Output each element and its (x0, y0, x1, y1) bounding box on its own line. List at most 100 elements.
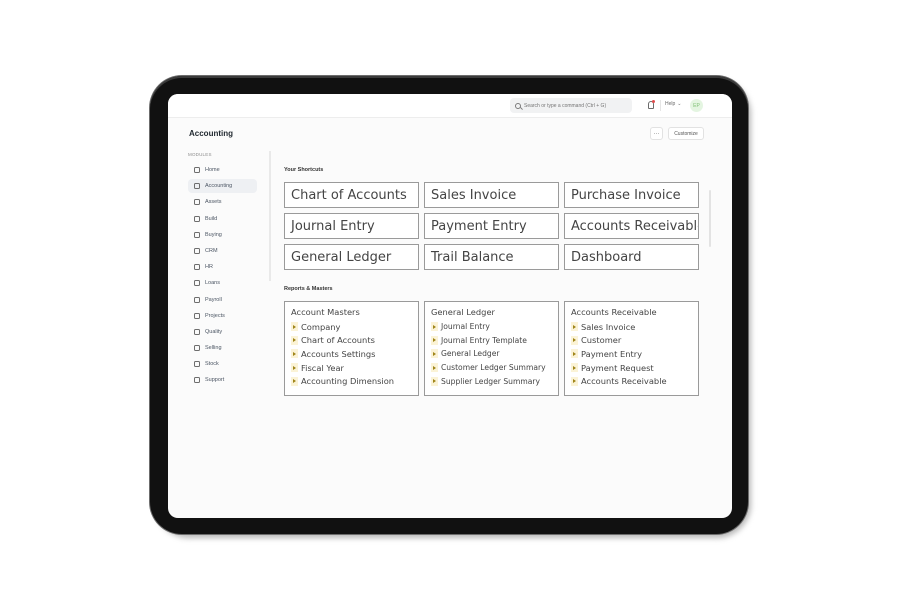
report-link[interactable]: Sales Invoice (571, 320, 692, 334)
accounting-icon (194, 183, 200, 190)
help-dropdown[interactable]: Help ⌄ (665, 101, 682, 107)
avatar[interactable]: EP (690, 99, 703, 112)
shortcuts-heading: Your Shortcuts (284, 167, 324, 173)
report-link-label: Accounting Dimension (301, 376, 395, 387)
report-link-label: Fiscal Year (301, 362, 344, 373)
report-link[interactable]: Payment Request (571, 361, 692, 375)
report-link[interactable]: General Ledger (431, 347, 552, 361)
payroll-icon (194, 296, 200, 303)
scrollbar[interactable] (709, 190, 711, 247)
shortcut-sales-invoice[interactable]: Sales Invoice (424, 182, 559, 208)
shortcut-dashboard[interactable]: Dashboard (564, 244, 699, 270)
report-link-label: Accounts Receivable (581, 376, 667, 387)
shortcut-journal-entry[interactable]: Journal Entry (284, 213, 419, 239)
caret-right-icon (431, 335, 438, 345)
report-link[interactable]: Chart of Accounts (291, 334, 412, 348)
card-title: Accounts Receivable (571, 307, 657, 317)
buying-icon (194, 231, 200, 238)
hr-icon (194, 264, 200, 271)
report-link[interactable]: Journal Entry Template (431, 334, 552, 348)
reports-grid: Account Masters Company Chart of Accounts A… (284, 301, 699, 396)
shortcuts-grid: Chart of Accounts Sales Invoice Purchase I… (284, 182, 699, 270)
caret-right-icon (571, 349, 578, 359)
report-link-label: Payment Entry (581, 348, 643, 359)
report-card-account-masters: Account Masters Company Chart of Accounts A… (284, 301, 419, 396)
sidebar-item-label: Loans (205, 280, 220, 287)
report-link-label: Customer Ledger Summary (441, 363, 546, 373)
sidebar-item-quality[interactable]: Quality (188, 325, 257, 339)
report-link[interactable]: Accounts Receivable (571, 374, 692, 388)
search-input[interactable] (524, 102, 632, 109)
home-icon (194, 167, 200, 173)
shortcut-payment-entry[interactable]: Payment Entry (424, 213, 559, 239)
sidebar-item-label: Support (205, 377, 225, 384)
caret-right-icon (291, 335, 298, 345)
chevron-down-icon: ⌄ (677, 101, 682, 107)
report-link-label: Company (301, 321, 341, 332)
sidebar-item-support[interactable]: Support (188, 373, 257, 387)
caret-right-icon (431, 376, 438, 386)
sidebar-item-label: Home (205, 167, 220, 173)
shortcut-trail-balance[interactable]: Trail Balance (424, 244, 559, 270)
sidebar-item-label: Quality (205, 328, 223, 335)
search-icon (515, 102, 521, 109)
shortcut-purchase-invoice[interactable]: Purchase Invoice (564, 182, 699, 208)
quality-icon (194, 328, 200, 335)
report-link-label: Chart of Accounts (301, 335, 375, 346)
sidebar: MODULES Home Accounting Assets Build Buying C… (188, 152, 278, 390)
report-link[interactable]: Supplier Ledger Summary (431, 374, 552, 388)
sidebar-item-crm[interactable]: CRM (188, 244, 257, 258)
sidebar-item-label: Build (205, 215, 218, 222)
caret-right-icon (431, 363, 438, 373)
shortcut-chart-of-accounts[interactable]: Chart of Accounts (284, 182, 419, 208)
report-link-label: Supplier Ledger Summary (441, 376, 541, 386)
sidebar-item-stock[interactable]: Stock (188, 357, 257, 371)
report-link-label: Journal Entry Template (441, 335, 527, 345)
sidebar-heading: MODULES (188, 152, 212, 157)
sidebar-item-label: Payroll (205, 296, 222, 303)
sidebar-item-label: Stock (205, 361, 219, 368)
sidebar-item-projects[interactable]: Projects (188, 309, 257, 323)
sidebar-item-home[interactable]: Home (188, 163, 257, 177)
sidebar-item-label: Selling (205, 345, 222, 352)
reports-heading: Reports & Masters (284, 286, 333, 292)
report-link[interactable]: Company (291, 320, 412, 334)
caret-right-icon (291, 322, 298, 332)
shortcut-accounts-receivable[interactable]: Accounts Receivable (564, 213, 699, 239)
assets-icon (194, 199, 200, 206)
report-link[interactable]: Journal Entry (431, 320, 552, 334)
sidebar-divider (269, 151, 271, 281)
report-link[interactable]: Customer (571, 334, 692, 348)
report-link[interactable]: Fiscal Year (291, 361, 412, 375)
sidebar-item-label: Buying (205, 231, 222, 238)
report-link-label: Sales Invoice (581, 321, 636, 332)
caret-right-icon (431, 349, 438, 359)
caret-right-icon (291, 363, 298, 373)
caret-right-icon (571, 322, 578, 332)
sidebar-item-loans[interactable]: Loans (188, 276, 257, 290)
shortcut-general-ledger[interactable]: General Ledger (284, 244, 419, 270)
sidebar-item-accounting[interactable]: Accounting (188, 179, 257, 194)
sidebar-item-build[interactable]: Build (188, 212, 257, 226)
caret-right-icon (291, 349, 298, 359)
report-link[interactable]: Payment Entry (571, 347, 692, 361)
report-link[interactable]: Accounts Settings (291, 347, 412, 361)
sidebar-item-label: Projects (205, 312, 225, 319)
report-link[interactable]: Accounting Dimension (291, 374, 412, 388)
more-options-button[interactable]: ··· (650, 127, 663, 140)
report-card-accounts-receivable: Accounts Receivable Sales Invoice Customer… (564, 301, 699, 396)
sidebar-item-hr[interactable]: HR (188, 260, 257, 274)
report-link[interactable]: Customer Ledger Summary (431, 361, 552, 375)
sidebar-item-assets[interactable]: Assets (188, 195, 257, 209)
sidebar-item-buying[interactable]: Buying (188, 228, 257, 242)
sidebar-item-payroll[interactable]: Payroll (188, 293, 257, 307)
search-bar[interactable] (510, 98, 632, 113)
caret-right-icon (291, 376, 298, 386)
notification-bell-icon[interactable] (648, 100, 655, 109)
customize-button[interactable]: Customize (668, 127, 704, 140)
support-icon (194, 377, 200, 384)
selling-icon (194, 345, 200, 352)
caret-right-icon (571, 335, 578, 345)
sidebar-item-label: Assets (205, 199, 222, 206)
sidebar-item-selling[interactable]: Selling (188, 341, 257, 355)
